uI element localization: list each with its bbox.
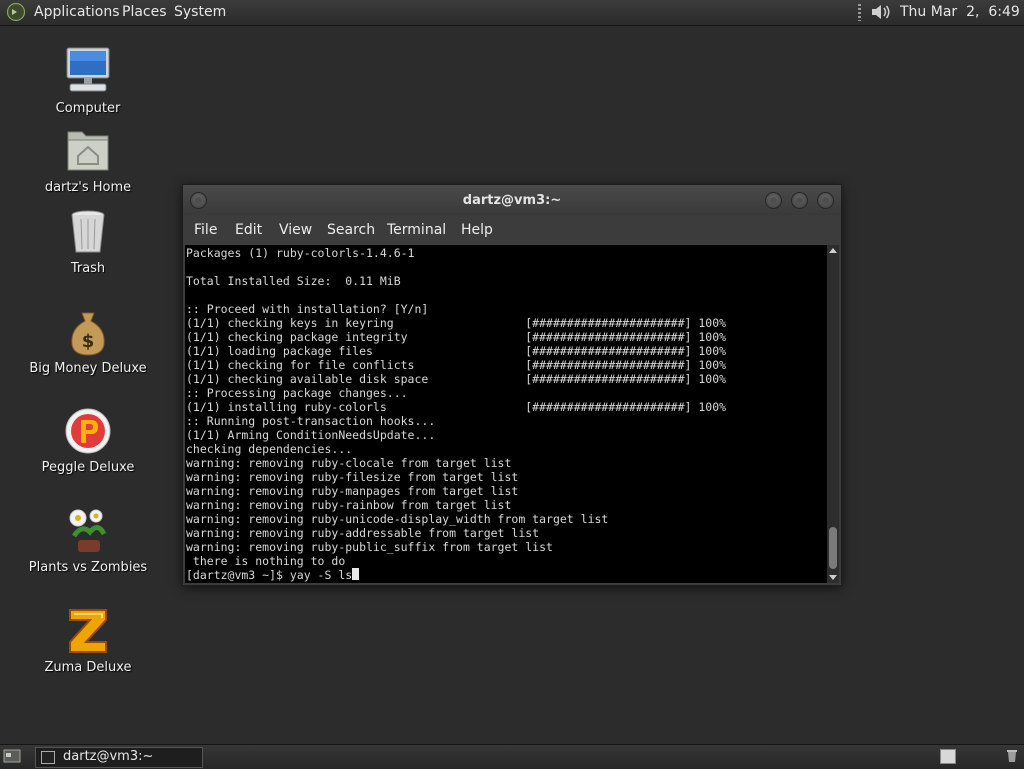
- window-titlebar[interactable]: dartz@vm3:~: [183, 185, 841, 215]
- clock[interactable]: Thu Mar 2, 6:49 PM: [900, 4, 1024, 20]
- top-panel: Applications Places System Thu Mar 2, 6:…: [0, 0, 1024, 26]
- terminal-line: warning: removing ruby-filesize from tar…: [186, 470, 519, 484]
- desktop-icon-trash[interactable]: Trash: [13, 207, 163, 276]
- trash-icon: [71, 210, 105, 253]
- terminal-line: (1/1) Arming ConditionNeedsUpdate...: [186, 428, 436, 442]
- terminal-line: warning: removing ruby-clocale from targ…: [186, 456, 512, 470]
- terminal-line: checking dependencies...: [186, 442, 353, 456]
- desktop-icon-label: Trash: [70, 261, 106, 276]
- places-menu[interactable]: Places: [122, 4, 167, 20]
- desktop-icon-label: Computer: [55, 101, 121, 116]
- desktop-icon-label: Peggle Deluxe: [41, 460, 135, 475]
- menu-view[interactable]: View: [279, 222, 312, 238]
- terminal-line: :: Proceed with installation? [Y/n]: [186, 302, 429, 316]
- terminal-line: there is nothing to do: [186, 554, 346, 568]
- terminal-line: Total Installed Size: 0.11 MiB: [186, 274, 401, 288]
- money-bag-icon: $: [71, 312, 105, 356]
- desktop-icon-big-money[interactable]: $ Big Money Deluxe: [13, 309, 163, 376]
- menu-edit[interactable]: Edit: [235, 222, 262, 238]
- terminal-window[interactable]: dartz@vm3:~ File Edit View Search Termin…: [182, 184, 842, 586]
- terminal-line: (1/1) loading package files [###########…: [186, 344, 727, 358]
- trash-applet-icon[interactable]: [1006, 748, 1018, 763]
- terminal-line: (1/1) installing ruby-colorls [#########…: [186, 400, 727, 414]
- menu-search[interactable]: Search: [327, 222, 375, 238]
- svg-text:$: $: [82, 331, 95, 352]
- desktop-icon-label: Zuma Deluxe: [44, 660, 132, 675]
- desktop-icon-label: Big Money Deluxe: [29, 361, 147, 376]
- terminal-output[interactable]: Packages (1) ruby-colorls-1.4.6-1 Total …: [185, 245, 827, 583]
- terminal-icon: [41, 751, 55, 764]
- desktop-icon-plants-vs-zombies[interactable]: Plants vs Zombies: [13, 506, 163, 575]
- terminal-scrollbar[interactable]: [827, 245, 839, 583]
- desktop-icon-home[interactable]: dartz's Home: [13, 126, 163, 195]
- peggle-icon: [65, 408, 111, 454]
- minimize-button[interactable]: [765, 192, 782, 209]
- workspace-switcher[interactable]: [940, 749, 956, 764]
- terminal-line: warning: removing ruby-public_suffix fro…: [186, 540, 553, 554]
- desktop-icon-computer[interactable]: Computer: [13, 45, 163, 116]
- window-title: dartz@vm3:~: [462, 193, 562, 208]
- scrollbar-thumb[interactable]: [829, 527, 837, 569]
- scroll-down-arrow-icon[interactable]: [829, 575, 837, 580]
- terminal-line: (1/1) checking package integrity [######…: [186, 330, 727, 344]
- terminal-line: :: Processing package changes...: [186, 386, 408, 400]
- terminal-line: warning: removing ruby-addressable from …: [186, 526, 540, 540]
- system-menu[interactable]: System: [174, 4, 226, 20]
- panel-handle[interactable]: [858, 4, 861, 21]
- taskbar-label: dartz@vm3:~: [63, 749, 154, 764]
- terminal-line: warning: removing ruby-unicode-display_w…: [186, 512, 609, 526]
- terminal-prompt[interactable]: [dartz@vm3 ~]$ yay -S ls: [186, 568, 352, 582]
- show-desktop-icon[interactable]: [3, 748, 21, 764]
- gnome-foot-icon[interactable]: [6, 2, 26, 22]
- terminal-line: Packages (1) ruby-colorls-1.4.6-1: [186, 246, 415, 260]
- zuma-icon: [69, 609, 107, 653]
- terminal-menubar: File Edit View Search Terminal Help: [183, 215, 841, 245]
- menu-help[interactable]: Help: [461, 222, 493, 238]
- maximize-button[interactable]: [791, 192, 808, 209]
- terminal-line: (1/1) checking available disk space [###…: [186, 372, 727, 386]
- plants-icon: [69, 509, 107, 552]
- volume-speaker-icon[interactable]: [869, 2, 893, 22]
- close-button[interactable]: [817, 192, 834, 209]
- menu-terminal[interactable]: Terminal: [387, 222, 446, 238]
- bottom-panel: dartz@vm3:~: [0, 744, 1024, 769]
- desktop-icon-peggle[interactable]: Peggle Deluxe: [13, 406, 163, 475]
- applications-menu[interactable]: Applications: [34, 4, 120, 20]
- terminal-text: Packages (1) ruby-colorls-1.4.6-1 Total …: [186, 246, 726, 582]
- desktop-icon-label: dartz's Home: [44, 180, 132, 195]
- terminal-line: warning: removing ruby-rainbow from targ…: [186, 498, 512, 512]
- desktop-icon-zuma[interactable]: Zuma Deluxe: [13, 606, 163, 675]
- terminal-line: (1/1) checking for file conflicts [#####…: [186, 358, 727, 372]
- terminal-line: (1/1) checking keys in keyring [########…: [186, 316, 727, 330]
- text-cursor: [352, 568, 360, 580]
- desktop-icon-label: Plants vs Zombies: [28, 560, 148, 575]
- home-folder-icon: [67, 131, 109, 171]
- scroll-up-arrow-icon[interactable]: [829, 248, 837, 253]
- computer-icon: [66, 47, 110, 92]
- taskbar-terminal-button[interactable]: dartz@vm3:~: [35, 747, 203, 768]
- terminal-line: warning: removing ruby-manpages from tar…: [186, 484, 519, 498]
- menu-file[interactable]: File: [194, 222, 217, 238]
- terminal-line: :: Running post-transaction hooks...: [186, 414, 436, 428]
